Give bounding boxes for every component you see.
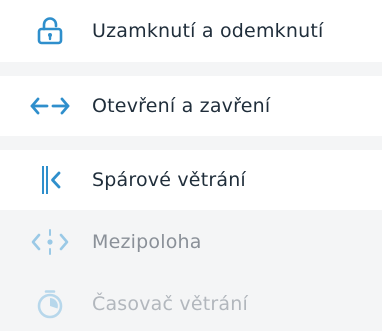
menu-item-lock-unlock[interactable]: Uzamknutí a odemknutí	[0, 0, 382, 62]
intermediate-position-icon	[28, 224, 72, 260]
menu-item-label: Mezipoloha	[92, 231, 202, 253]
menu-item-label: Uzamknutí a odemknutí	[92, 20, 324, 42]
timer-icon	[28, 286, 72, 322]
menu-item-intermediate-position[interactable]: Mezipoloha	[0, 212, 382, 272]
menu-item-open-close[interactable]: Otevření a zavření	[0, 76, 382, 136]
menu-item-gap-ventilation[interactable]: Spárové větrání	[0, 150, 382, 210]
action-menu: Uzamknutí a odemknutí Otevření a zavření…	[0, 0, 382, 331]
open-close-arrows-icon	[28, 88, 72, 124]
menu-item-label: Otevření a zavření	[92, 95, 271, 117]
gap-ventilation-icon	[28, 162, 72, 198]
menu-item-label: Časovač větrání	[92, 292, 248, 315]
menu-item-ventilation-timer[interactable]: Časovač větrání	[0, 276, 382, 331]
unlock-icon	[28, 13, 72, 49]
menu-item-label: Spárové větrání	[92, 169, 246, 191]
